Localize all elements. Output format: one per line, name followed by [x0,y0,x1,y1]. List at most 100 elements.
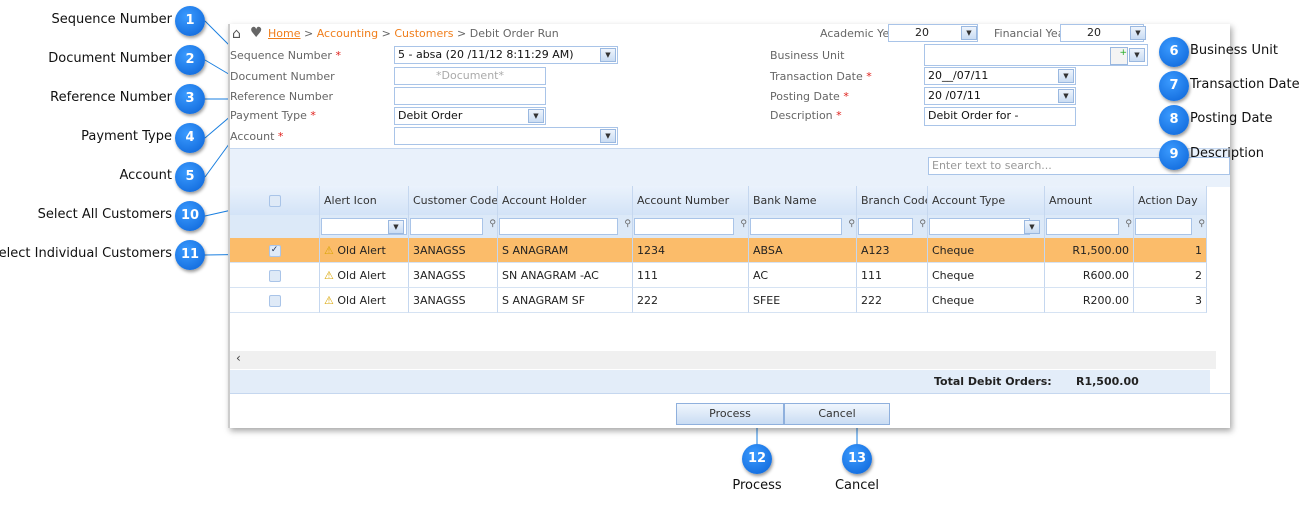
sequence-number-select[interactable]: 5 - absa (20 /11/12 8:11:29 AM) [394,46,618,64]
add-business-unit-icon[interactable]: + [1110,47,1128,65]
home-icon[interactable]: ⌂ [232,26,241,42]
filter-icon[interactable]: ⚲ [848,219,855,229]
column-header-account-number[interactable]: Account Number [633,186,749,215]
filter-cell-account-number: ⚲ [633,215,749,238]
filter-icon[interactable]: ⚲ [1125,219,1132,229]
warning-icon: ⚠ [324,244,334,257]
description-label: Description * [770,109,842,122]
row-select-checkbox[interactable] [268,295,281,307]
description-input[interactable]: Debit Order for - [924,107,1076,126]
column-header-label: Amount [1049,194,1093,207]
callout-label: Cancel [834,478,880,493]
callout-label: Business Unit [1190,43,1278,58]
breadcrumb-customers[interactable]: Customers [394,27,453,40]
callout-label: Document Number [48,51,172,66]
row-cell-account-type: Cheque [928,238,1045,263]
callout-badge: 1 [175,6,205,36]
breadcrumb-accounting[interactable]: Accounting [317,27,378,40]
select-all-checkbox[interactable] [268,195,281,207]
chevron-down-icon[interactable]: ▼ [600,129,616,143]
row-cell-bank-name: AC [749,263,857,288]
chevron-down-icon[interactable]: ▼ [1024,220,1040,234]
chevron-down-icon[interactable]: ▼ [600,48,616,62]
filter-cell-account-type: ▼ [928,215,1045,238]
row-cell-branch-code: 111 [857,263,928,288]
row-cell-account-holder: S ANAGRAM [498,238,633,263]
row-cell-customer-code: 3ANAGSS [409,238,498,263]
column-header-action-day[interactable]: Action Day [1134,186,1207,215]
account-select[interactable] [394,127,618,145]
chevron-down-icon[interactable]: ▼ [961,26,977,40]
filter-icon[interactable]: ⚲ [489,219,496,229]
filter-input[interactable] [858,218,913,235]
column-header-amount[interactable]: Amount [1045,186,1134,215]
filter-input[interactable] [1135,218,1192,235]
callout-label: Description [1190,146,1265,161]
chevron-down-icon[interactable]: ▼ [1130,26,1146,40]
callout-label: Transaction Date [1190,77,1300,92]
filter-input[interactable] [929,218,1030,235]
process-button[interactable]: Process [676,403,784,425]
column-header-alert-icon[interactable]: Alert Icon [320,186,409,215]
column-header-label: Branch Code [861,194,928,207]
chevron-down-icon[interactable]: ▼ [1129,48,1145,62]
transaction-date-label: Transaction Date * [770,70,872,83]
filter-icon[interactable]: ⚲ [1198,219,1205,229]
filter-icon[interactable]: ⚲ [919,219,926,229]
column-header-account-holder[interactable]: Account Holder [498,186,633,215]
column-header-customer-code[interactable]: Customer Code [409,186,498,215]
row-select-checkbox[interactable]: ✓ [268,245,281,257]
callout-badge: 11 [175,240,205,270]
filter-input[interactable] [634,218,734,235]
chevron-down-icon[interactable]: ▼ [388,220,404,234]
chevron-down-icon[interactable]: ▼ [528,109,544,123]
filter-cell-action-day: ⚲ [1134,215,1207,238]
calendar-dropdown-icon[interactable]: ▼ [1058,69,1074,83]
posting-date-picker[interactable]: 20 /07/11 [924,87,1076,105]
row-cell-amount: R200.00 [1045,288,1134,313]
column-header-bank-name[interactable]: Bank Name [749,186,857,215]
alert-text: Old Alert [337,269,386,282]
row-select-checkbox[interactable] [268,270,281,282]
sep: > [453,27,470,40]
horizontal-scrollbar[interactable]: ‹ [230,351,1216,369]
filter-input[interactable] [750,218,842,235]
row-cell-action-day: 2 [1134,263,1207,288]
posting-date-label: Posting Date * [770,90,849,103]
row-cell-account-number: 222 [633,288,749,313]
column-header-label: Customer Code [413,194,498,207]
transaction-date-picker[interactable]: 20__/07/11 [924,67,1076,85]
breadcrumb: Home > Accounting > Customers > Debit Or… [268,27,559,40]
cancel-button[interactable]: Cancel [784,403,890,425]
grid-footer: Total Debit Orders: R1,500.00 [230,370,1210,393]
callout-label: Account [119,168,173,183]
callout-badge: 4 [175,123,205,153]
callout-badge: 8 [1159,105,1189,135]
favorite-heart-icon[interactable]: ♥ [250,25,263,41]
callout-badge: 9 [1159,140,1189,170]
callout-label: Posting Date [1190,111,1273,126]
filter-input[interactable] [499,218,618,235]
payment-type-select[interactable]: Debit Order [394,107,546,125]
document-number-input[interactable]: *Document* [394,67,546,85]
column-header-select-all[interactable] [230,186,320,215]
row-cell-account-type: Cheque [928,263,1045,288]
filter-icon[interactable]: ⚲ [740,219,747,229]
row-cell-branch-code: 222 [857,288,928,313]
callout-badge: 5 [175,162,205,192]
filter-input[interactable] [1046,218,1119,235]
column-header-branch-code[interactable]: Branch Code [857,186,928,215]
reference-number-input[interactable] [394,87,546,105]
calendar-dropdown-icon[interactable]: ▼ [1058,89,1074,103]
filter-cell-amount: ⚲ [1045,215,1134,238]
column-header-account-type[interactable]: Account Type [928,186,1045,215]
business-unit-label: Business Unit [770,49,845,62]
row-cell-account-type: Cheque [928,288,1045,313]
filter-input[interactable] [410,218,483,235]
warning-icon: ⚠ [324,294,334,307]
column-header-label: Bank Name [753,194,817,207]
breadcrumb-home[interactable]: Home [268,27,300,40]
filter-cell-customer-code: ⚲ [409,215,498,238]
filter-icon[interactable]: ⚲ [624,219,631,229]
callout-badge: 12 [742,444,772,474]
